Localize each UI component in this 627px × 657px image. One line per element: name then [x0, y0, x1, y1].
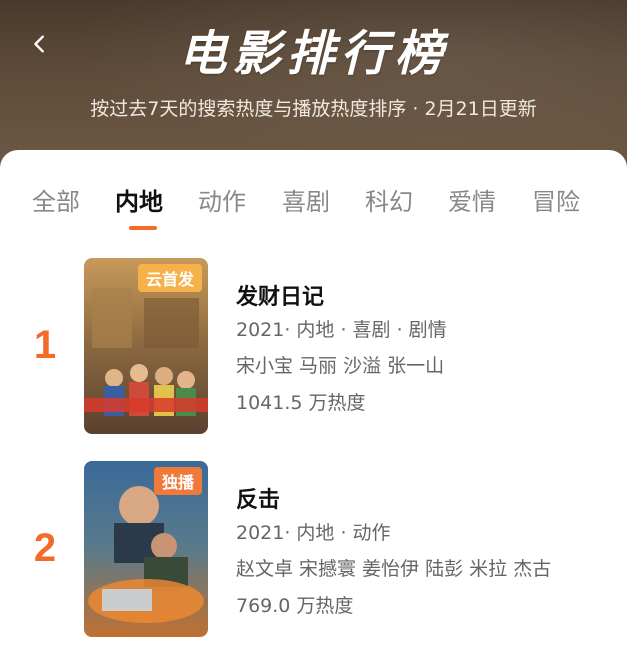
tab-all[interactable]: 全部 — [32, 182, 80, 217]
exclusive-badge: 云首发 — [137, 264, 202, 292]
rank-number: 2 — [33, 526, 57, 570]
movie-meta: 2021· 内地 · 喜剧 · 剧情 — [236, 319, 447, 341]
movie-cast: 赵文卓 宋撼寰 姜怡伊 陆彭 米拉 杰古 — [236, 558, 552, 580]
list-item[interactable]: 2 独播 反击 2021· 内地 · 动作 赵文卓 宋撼寰 姜怡伊 陆彭 米拉 … — [0, 461, 627, 641]
tab-action[interactable]: 动作 — [198, 182, 246, 217]
exclusive-badge: 独播 — [153, 467, 202, 495]
tab-romance[interactable]: 爱情 — [448, 182, 496, 217]
movie-cast: 宋小宝 马丽 沙溢 张一山 — [236, 355, 445, 377]
page-title: 电影排行榜 — [178, 26, 449, 82]
movie-poster[interactable]: 云首发 — [84, 258, 208, 434]
movie-meta: 2021· 内地 · 动作 — [236, 522, 391, 544]
movie-heat: 769.0 万热度 — [236, 595, 354, 617]
page-subtitle: 按过去7天的搜索热度与播放热度排序 · 2月21日更新 — [90, 98, 537, 120]
rank-number: 1 — [33, 323, 57, 367]
category-tabs: 全部 内地 动作 喜剧 科幻 爱情 冒险 — [0, 182, 627, 232]
movie-title[interactable]: 反击 — [236, 482, 280, 514]
tab-scifi[interactable]: 科幻 — [365, 182, 413, 217]
tab-mainland[interactable]: 内地 — [115, 182, 163, 217]
tab-comedy[interactable]: 喜剧 — [282, 182, 330, 217]
list-item[interactable]: 1 云首发 发财日记 2021· 内地 · 喜剧 · 剧情 宋小宝 马丽 沙溢 … — [0, 258, 627, 438]
ranking-card: 全部 内地 动作 喜剧 科幻 爱情 冒险 1 云首发 发财日记 2021· 内地… — [0, 150, 627, 657]
movie-poster[interactable]: 独播 — [84, 461, 208, 637]
tab-adventure[interactable]: 冒险 — [532, 182, 580, 217]
movie-title[interactable]: 发财日记 — [236, 279, 324, 311]
active-tab-indicator — [129, 226, 157, 230]
movie-heat: 1041.5 万热度 — [236, 392, 366, 414]
header-banner: 电影排行榜 按过去7天的搜索热度与播放热度排序 · 2月21日更新 — [0, 0, 627, 175]
